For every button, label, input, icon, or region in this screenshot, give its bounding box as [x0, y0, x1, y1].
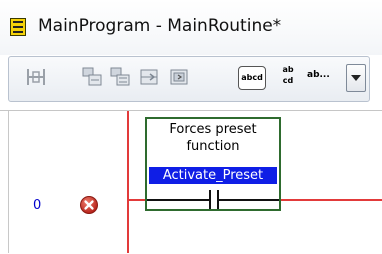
- ladder-routine-icon: [10, 18, 26, 36]
- add-branch-icon[interactable]: [81, 65, 103, 89]
- description-line-1: Forces preset: [169, 122, 257, 137]
- description-line-2: function: [186, 139, 240, 154]
- contact-left-lead: [147, 199, 209, 201]
- ab-label: ab: [282, 65, 294, 74]
- ladder-editor-window: MainProgram - MainRoutine* abcd ab cd ab…: [0, 0, 382, 254]
- show-descriptions-toggle[interactable]: abcd: [238, 66, 266, 90]
- contact-left-bar: [209, 190, 211, 209]
- xic-instruction[interactable]: Forces preset function Activate_Preset: [145, 117, 281, 211]
- rung-number[interactable]: 0: [33, 198, 41, 213]
- instruction-toolbar: abcd ab cd ab...: [8, 56, 370, 102]
- show-tag-descriptions-button[interactable]: ab cd: [279, 64, 297, 90]
- instruction-tag[interactable]: Activate_Preset: [149, 167, 277, 184]
- toolbar-dropdown-button[interactable]: [346, 64, 366, 92]
- rung-wire-right: [279, 199, 382, 201]
- add-coil-icon[interactable]: [169, 65, 191, 89]
- show-more-descriptions-button[interactable]: ab...: [307, 70, 330, 80]
- error-x-icon[interactable]: [79, 195, 99, 215]
- window-title: MainProgram - MainRoutine*: [38, 16, 282, 36]
- contact-right-lead: [219, 199, 279, 201]
- gutter-divider: [8, 111, 9, 253]
- instruction-description: Forces preset function: [147, 121, 279, 155]
- left-power-rail: [127, 111, 129, 253]
- add-branch-level-icon[interactable]: [109, 65, 131, 89]
- add-rung-icon[interactable]: [25, 65, 47, 89]
- add-contact-icon[interactable]: [139, 65, 161, 89]
- title-bar: MainProgram - MainRoutine*: [0, 0, 382, 55]
- cd-label: cd: [282, 76, 294, 85]
